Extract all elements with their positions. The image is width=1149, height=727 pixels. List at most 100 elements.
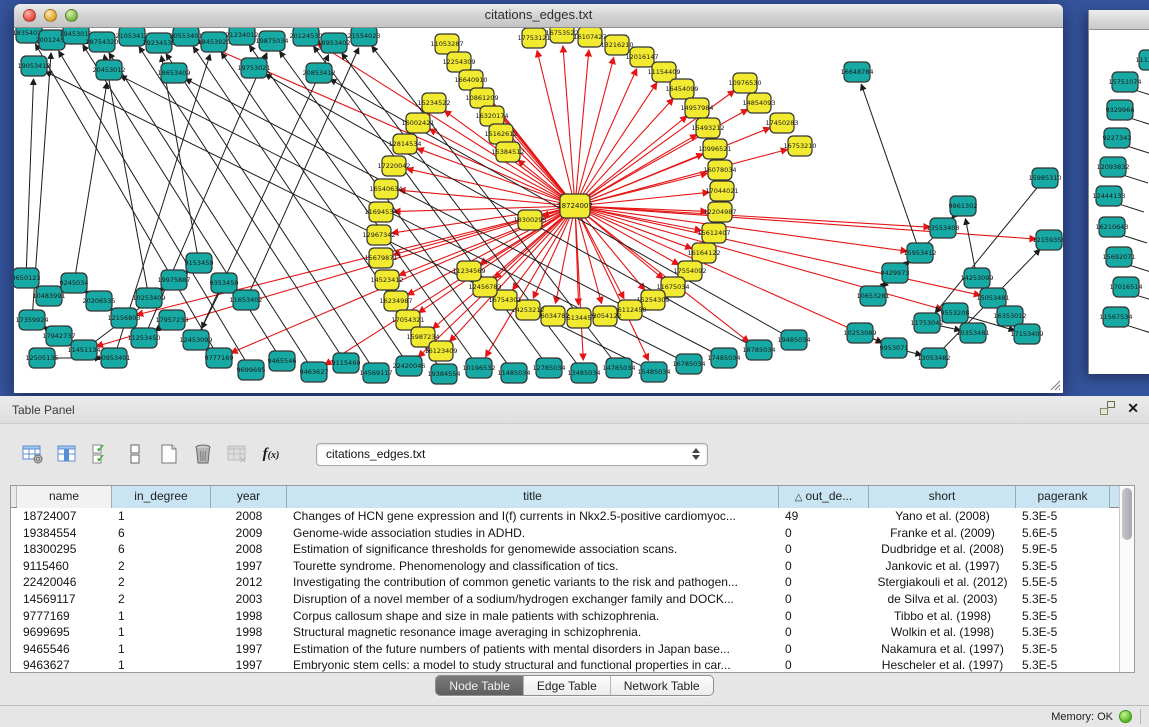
graph-node[interactable]: 15493212	[691, 118, 724, 138]
graph-node[interactable]: 18754320	[85, 32, 118, 52]
background-network-canvas[interactable]: 1112150415751074932996692273431209383212…	[1089, 30, 1149, 374]
graph-node[interactable]: 16234987	[379, 291, 412, 311]
graph-node[interactable]: 15985310	[1028, 168, 1061, 188]
table-row[interactable]: 1456911722003Disruption of a novel membe…	[11, 591, 1119, 608]
graph-node[interactable]: 13553408	[926, 218, 959, 238]
graph-node[interactable]: 17016514	[1109, 277, 1142, 297]
column-header-name[interactable]: name	[17, 486, 112, 508]
graph-node[interactable]: 15384512	[491, 142, 524, 162]
window-titlebar[interactable]: citations_edges.txt	[14, 4, 1063, 28]
graph-node[interactable]: 15679871	[364, 248, 397, 268]
graph-node[interactable]: 11485034	[497, 363, 530, 383]
network-canvas[interactable]: 18724007 15234522160024211281453417220042…	[14, 28, 1063, 393]
graph-node[interactable]: 9777169	[205, 348, 234, 368]
graph-node[interactable]: 9115460	[332, 353, 361, 373]
tab-node-table[interactable]: Node Table	[436, 676, 523, 695]
graph-node[interactable]: 17450283	[765, 113, 798, 133]
scrollbar-thumb[interactable]	[1122, 488, 1132, 540]
graph-node[interactable]: 16164122	[687, 243, 720, 263]
float-panel-icon[interactable]	[1100, 401, 1115, 415]
graph-node[interactable]: 16210643	[1095, 217, 1128, 237]
graph-node[interactable]: 15234522	[417, 93, 450, 113]
graph-node[interactable]: 11694534	[364, 202, 397, 222]
graph-node[interactable]: 19975887	[157, 270, 190, 290]
graph-node[interactable]: 15053481	[976, 288, 1009, 308]
function-builder-button[interactable]: f(x)	[256, 439, 286, 469]
vertical-scrollbar[interactable]	[1119, 486, 1134, 672]
graph-node[interactable]: 12505135	[25, 348, 58, 368]
graph-node[interactable]: 17044021	[705, 181, 738, 201]
graph-node[interactable]: 10196532	[462, 358, 495, 378]
graph-node[interactable]: 11451134	[67, 340, 100, 360]
tab-network-table[interactable]: Network Table	[610, 676, 713, 695]
graph-node[interactable]: 15692071	[1102, 247, 1135, 267]
column-header-short[interactable]: short	[869, 486, 1016, 508]
table-row[interactable]: 1938455462009Genome-wide association stu…	[11, 525, 1119, 542]
graph-node[interactable]: 19753021	[237, 58, 270, 78]
graph-node[interactable]: 16540634	[369, 179, 402, 199]
graph-node[interactable]: 9429973	[881, 263, 910, 283]
graph-node[interactable]: 17359924	[15, 310, 48, 330]
graph-node[interactable]: 16785034	[672, 354, 705, 374]
selection-mode-button[interactable]	[120, 439, 150, 469]
graph-node[interactable]: 12785034	[532, 358, 565, 378]
graph-node[interactable]: 12093832	[1096, 157, 1129, 177]
graph-node[interactable]: 9245034	[60, 273, 89, 293]
table-row[interactable]: 977716911998Corpus callosum shape and si…	[11, 608, 1119, 625]
graph-node[interactable]: 13485034	[567, 363, 600, 383]
column-header-year[interactable]: year	[211, 486, 287, 508]
graph-node[interactable]: 20853412	[302, 63, 335, 83]
graph-node[interactable]: 12967342	[362, 225, 395, 245]
graph-node[interactable]: 18653409	[157, 63, 190, 83]
graph-node[interactable]: 19485034	[777, 330, 810, 350]
graph-node[interactable]: 15485034	[637, 362, 670, 382]
graph-node[interactable]: 9153450	[185, 253, 214, 273]
graph-node[interactable]: 13216210	[600, 35, 633, 55]
table-row[interactable]: 946362711997Embryonic stem cells: a mode…	[11, 657, 1119, 672]
graph-node[interactable]: 16123409	[424, 341, 457, 361]
graph-node[interactable]: 18300295	[513, 210, 546, 230]
graph-node[interactable]: 13053482	[917, 348, 950, 368]
graph-node[interactable]: 9861302	[949, 196, 978, 216]
graph-node[interactable]: 16454099	[665, 79, 698, 99]
graph-node[interactable]: 11653402	[229, 290, 262, 310]
graph-node[interactable]: 16002421	[401, 113, 434, 133]
graph-node[interactable]: 9699695	[237, 360, 266, 380]
graph-node[interactable]: 16640910	[454, 70, 487, 90]
graph-node[interactable]: 11121504	[1135, 50, 1149, 70]
graph-node[interactable]: 16353012	[993, 306, 1026, 326]
resize-grip[interactable]	[1049, 379, 1061, 391]
graph-node[interactable]: 9553208	[941, 303, 970, 323]
graph-node[interactable]: 17485034	[707, 348, 740, 368]
graph-node[interactable]: 11753042	[910, 313, 943, 333]
graph-node[interactable]: 17220042	[377, 156, 410, 176]
table-row[interactable]: 2242004622012Investigating the contribut…	[11, 574, 1119, 591]
graph-node[interactable]: 16648784	[840, 62, 873, 82]
graph-node[interactable]: 9650123	[14, 268, 40, 288]
graph-node[interactable]: 18724007	[557, 194, 593, 218]
graph-node[interactable]: 12254309	[442, 52, 475, 72]
graph-node[interactable]: 12204987	[703, 202, 736, 222]
graph-node[interactable]: 9329966	[1106, 100, 1135, 120]
table-row[interactable]: 1830029562008Estimation of significance …	[11, 541, 1119, 558]
delete-table-button[interactable]: ✕	[222, 439, 252, 469]
graph-node[interactable]: 9953071	[880, 338, 909, 358]
graph-node[interactable]: 9353450	[210, 273, 239, 293]
graph-node[interactable]: 15162612	[484, 124, 517, 144]
graph-node[interactable]: 9465546	[268, 351, 297, 371]
select-columns-button[interactable]	[52, 439, 82, 469]
table-row[interactable]: 911546021997Tourette syndrome. Phenomeno…	[11, 558, 1119, 575]
graph-node[interactable]: 16078034	[703, 160, 736, 180]
network-window[interactable]: citations_edges.txt 18724007 152345221600…	[14, 4, 1063, 393]
graph-node[interactable]: 9463627	[300, 362, 329, 382]
graph-node[interactable]: 17942737	[42, 326, 75, 346]
graph-node[interactable]: 12814534	[388, 134, 421, 154]
graph-node[interactable]: 20453012	[92, 60, 125, 80]
graph-node[interactable]: 14523412	[370, 270, 403, 290]
graph-node[interactable]: 10976530	[728, 73, 761, 93]
select-all-button[interactable]: ✓✓	[86, 439, 116, 469]
table-selector-dropdown[interactable]: citations_edges.txt	[316, 443, 708, 466]
column-header-in_degree[interactable]: in_degree	[112, 486, 211, 508]
graph-node[interactable]: 21234012	[225, 28, 258, 45]
graph-node[interactable]: 16753210	[783, 136, 816, 156]
